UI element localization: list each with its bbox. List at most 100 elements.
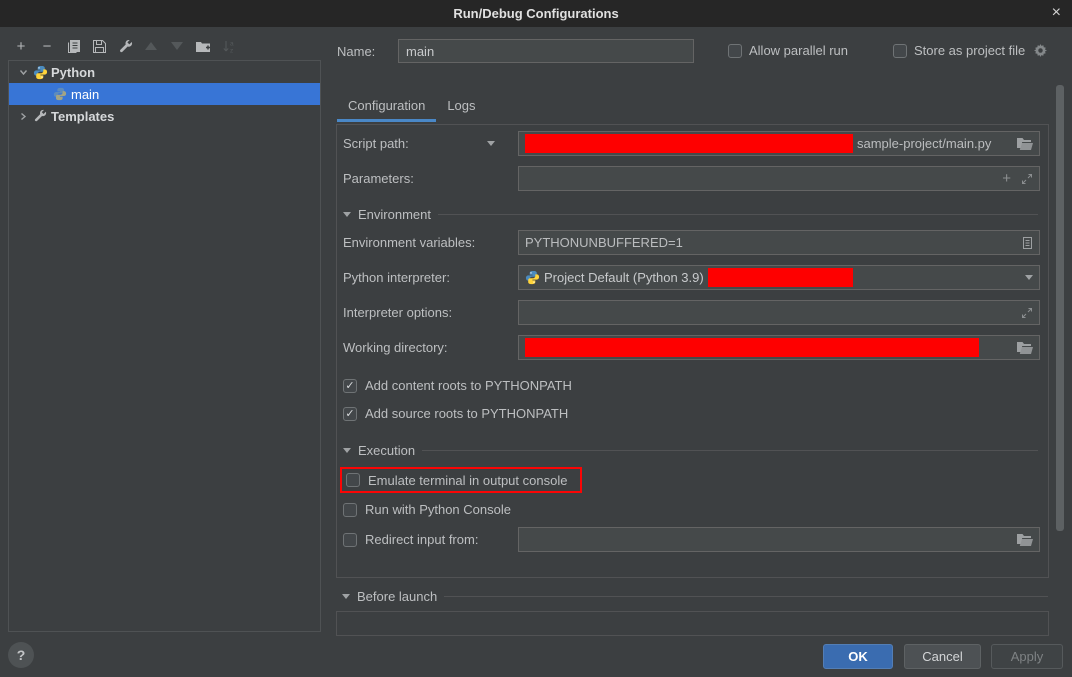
sort-configurations-icon[interactable]: az — [216, 37, 242, 55]
new-folder-icon[interactable] — [190, 37, 216, 55]
script-path-row: Script path: sample-project/main.py — [337, 131, 1048, 156]
before-launch-section-label: Before launch — [357, 589, 437, 604]
move-up-icon[interactable] — [138, 37, 164, 55]
chevron-down-icon[interactable] — [1025, 275, 1033, 280]
allow-parallel-run-label: Allow parallel run — [749, 43, 848, 58]
collapse-triangle-icon[interactable] — [343, 212, 351, 217]
collapse-triangle-icon[interactable] — [342, 594, 350, 599]
add-content-roots-label: Add content roots to PYTHONPATH — [365, 378, 572, 393]
checkbox-icon[interactable] — [893, 44, 907, 58]
allow-parallel-run-checkbox[interactable]: Allow parallel run — [728, 43, 848, 58]
script-path-label: Script path: — [343, 136, 409, 151]
gear-icon[interactable] — [1034, 44, 1047, 57]
working-directory-label: Working directory: — [343, 340, 448, 355]
environment-section-header: Environment — [343, 206, 1038, 222]
tree-item-python-group[interactable]: Python — [9, 61, 320, 83]
parameters-label: Parameters: — [343, 171, 414, 186]
configurations-toolbar: + − az — [8, 36, 242, 56]
add-content-roots-checkbox[interactable]: ✓ Add content roots to PYTHONPATH — [343, 378, 572, 393]
before-launch-task-list[interactable] — [336, 611, 1049, 636]
checkbox-icon[interactable] — [343, 503, 357, 517]
python-interpreter-value: Project Default (Python 3.9) — [544, 270, 704, 285]
environment-section-label: Environment — [358, 207, 431, 222]
python-icon — [51, 87, 69, 101]
highlight-annotation-box: Emulate terminal in output console — [340, 467, 582, 493]
name-input[interactable] — [398, 39, 694, 63]
close-icon[interactable]: × — [1052, 0, 1061, 26]
edit-templates-wrench-icon[interactable] — [112, 37, 138, 55]
apply-button[interactable]: Apply — [991, 644, 1063, 669]
help-button[interactable]: ? — [8, 642, 34, 668]
tree-item-label: Templates — [51, 109, 114, 124]
python-interpreter-row: Python interpreter: Project Default (Pyt… — [337, 265, 1048, 290]
interpreter-options-row: Interpreter options: — [337, 300, 1048, 325]
redirect-input-checkbox[interactable] — [343, 533, 357, 547]
run-with-python-console-checkbox[interactable]: Run with Python Console — [343, 502, 511, 517]
chevron-down-icon[interactable] — [15, 67, 31, 78]
copy-icon[interactable] — [60, 37, 86, 55]
tree-item-main[interactable]: main — [9, 83, 320, 105]
expand-icon[interactable] — [1021, 307, 1033, 319]
working-directory-field[interactable] — [518, 335, 1040, 360]
dialog-title: Run/Debug Configurations — [0, 0, 1072, 27]
configuration-form: Script path: sample-project/main.py Para… — [336, 124, 1049, 578]
browse-list-icon[interactable] — [1022, 236, 1033, 250]
checkbox-checked-icon[interactable]: ✓ — [343, 379, 357, 393]
emulate-terminal-checkbox[interactable] — [346, 473, 360, 487]
environment-variables-field[interactable]: PYTHONUNBUFFERED=1 — [518, 230, 1040, 255]
environment-variables-label: Environment variables: — [343, 235, 475, 250]
add-macro-icon[interactable]: + — [1002, 172, 1011, 186]
cancel-button[interactable]: Cancel — [904, 644, 981, 669]
run-with-python-console-label: Run with Python Console — [365, 502, 511, 517]
wrench-icon — [31, 109, 49, 123]
redaction-block — [525, 134, 853, 153]
checkbox-icon[interactable] — [728, 44, 742, 58]
tree-item-label: main — [71, 87, 99, 102]
store-as-project-file-checkbox[interactable]: Store as project file — [893, 43, 1047, 58]
python-icon — [31, 65, 49, 80]
interpreter-options-field[interactable] — [518, 300, 1040, 325]
remove-icon[interactable]: − — [34, 37, 60, 55]
script-path-value: sample-project/main.py — [857, 136, 991, 151]
vertical-scrollbar[interactable] — [1056, 85, 1064, 531]
environment-variables-row: Environment variables: PYTHONUNBUFFERED=… — [337, 230, 1048, 255]
working-directory-row: Working directory: — [337, 335, 1048, 360]
script-path-field[interactable]: sample-project/main.py — [518, 131, 1040, 156]
python-interpreter-label: Python interpreter: — [343, 270, 450, 285]
tree-item-label: Python — [51, 65, 95, 80]
name-row: Name: — [337, 39, 694, 63]
store-as-project-file-label: Store as project file — [914, 43, 1025, 58]
name-label: Name: — [337, 44, 398, 59]
folder-icon[interactable] — [1017, 137, 1033, 150]
svg-text:z: z — [230, 47, 233, 54]
redirect-input-field[interactable] — [518, 527, 1040, 552]
script-path-dropdown-icon[interactable] — [487, 141, 495, 146]
add-icon[interactable]: + — [8, 37, 34, 55]
tab-logs[interactable]: Logs — [436, 92, 486, 122]
chevron-right-icon[interactable] — [15, 111, 31, 122]
svg-text:a: a — [230, 40, 234, 47]
ok-button[interactable]: OK — [823, 644, 893, 669]
redirect-input-row: Redirect input from: — [337, 527, 1048, 552]
checkbox-checked-icon[interactable]: ✓ — [343, 407, 357, 421]
execution-section-label: Execution — [358, 443, 415, 458]
tree-item-templates-group[interactable]: Templates — [9, 105, 320, 127]
add-source-roots-checkbox[interactable]: ✓ Add source roots to PYTHONPATH — [343, 406, 568, 421]
save-icon[interactable] — [86, 37, 112, 55]
redaction-block — [708, 268, 853, 287]
interpreter-options-label: Interpreter options: — [343, 305, 452, 320]
folder-icon[interactable] — [1017, 533, 1033, 546]
tab-configuration[interactable]: Configuration — [337, 92, 436, 122]
redirect-input-label: Redirect input from: — [365, 532, 478, 547]
execution-section-header: Execution — [343, 442, 1038, 458]
config-tabs: Configuration Logs — [337, 92, 487, 122]
collapse-triangle-icon[interactable] — [343, 448, 351, 453]
expand-icon[interactable] — [1021, 173, 1033, 185]
environment-variables-value: PYTHONUNBUFFERED=1 — [525, 235, 683, 250]
emulate-terminal-label: Emulate terminal in output console — [368, 473, 567, 488]
python-interpreter-combo[interactable]: Project Default (Python 3.9) — [518, 265, 1040, 290]
move-down-icon[interactable] — [164, 37, 190, 55]
dialog-titlebar: Run/Debug Configurations × — [0, 0, 1072, 27]
folder-icon[interactable] — [1017, 341, 1033, 354]
parameters-field[interactable]: + — [518, 166, 1040, 191]
